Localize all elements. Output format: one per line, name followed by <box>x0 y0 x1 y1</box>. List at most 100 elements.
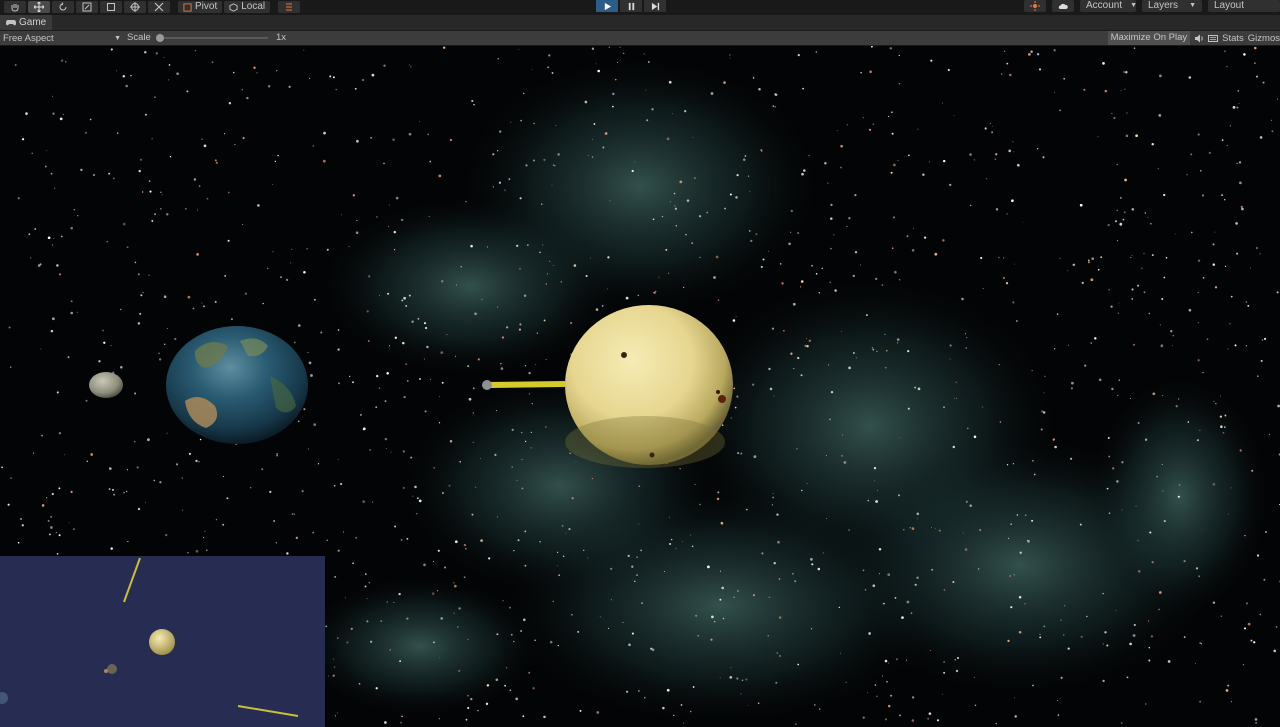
star <box>1152 392 1156 396</box>
star <box>779 263 782 265</box>
star <box>557 153 560 156</box>
maximize-on-play-toggle[interactable]: Maximize On Play <box>1107 31 1191 45</box>
star <box>804 344 807 348</box>
stats-toggle[interactable]: Stats <box>1222 33 1244 44</box>
game-viewport[interactable] <box>0 46 1280 727</box>
star <box>801 489 803 492</box>
star <box>1108 289 1110 291</box>
star <box>1224 50 1226 52</box>
star <box>276 455 278 457</box>
star <box>366 620 369 623</box>
star <box>1087 261 1090 264</box>
star <box>424 410 427 413</box>
star <box>222 523 225 526</box>
star <box>869 70 872 74</box>
local-toggle[interactable]: Local <box>224 1 271 13</box>
star <box>102 329 104 332</box>
star <box>1230 295 1233 298</box>
star <box>1006 62 1009 65</box>
rect-tool-button[interactable] <box>100 1 122 13</box>
star <box>1024 602 1026 605</box>
move-icon <box>34 2 44 12</box>
pivot-toggle[interactable]: Pivot <box>178 1 223 13</box>
star <box>1132 634 1136 637</box>
star <box>1162 395 1164 397</box>
pause-button[interactable] <box>620 0 642 12</box>
star <box>966 336 968 338</box>
speaker-icon[interactable] <box>1194 34 1204 43</box>
account-dropdown[interactable]: Account ▼ <box>1080 0 1137 12</box>
star <box>895 658 898 661</box>
star <box>1214 402 1217 405</box>
aspect-dropdown[interactable]: Free Aspect ▼ <box>3 31 121 45</box>
scale-value: 1x <box>276 32 287 43</box>
star <box>1118 302 1120 304</box>
star <box>385 448 387 450</box>
star <box>717 299 720 301</box>
star <box>1156 475 1158 478</box>
play-button[interactable] <box>596 0 618 12</box>
star <box>1009 73 1012 77</box>
star <box>406 537 409 540</box>
star <box>1013 574 1015 576</box>
star <box>675 224 678 227</box>
cloud-button[interactable] <box>1052 0 1074 12</box>
rotate-tool-button[interactable] <box>52 1 74 13</box>
star <box>717 491 720 494</box>
star <box>1238 103 1240 105</box>
star <box>199 438 202 441</box>
step-button[interactable] <box>644 0 666 12</box>
star <box>426 345 429 349</box>
custom-tool-button[interactable] <box>148 1 170 13</box>
star <box>955 381 957 383</box>
collab-button[interactable] <box>1024 0 1046 12</box>
star <box>893 163 896 167</box>
keyboard-icon[interactable] <box>1208 34 1219 43</box>
grid-snap-button[interactable] <box>278 1 301 13</box>
gizmos-toggle[interactable]: Gizmos <box>1248 33 1280 44</box>
transform-tool-button[interactable] <box>124 1 146 13</box>
star <box>852 274 856 278</box>
star <box>443 46 446 49</box>
star <box>368 581 371 584</box>
layers-dropdown[interactable]: Layers ▼ <box>1142 0 1202 12</box>
tab-game[interactable]: Game <box>0 15 53 30</box>
star <box>638 523 640 525</box>
star <box>890 171 893 174</box>
scale-slider-track[interactable] <box>158 37 268 39</box>
star <box>1261 339 1264 341</box>
star <box>1014 697 1016 699</box>
star <box>817 567 821 571</box>
move-tool-button[interactable] <box>28 1 50 13</box>
star <box>854 251 858 254</box>
star <box>838 606 840 609</box>
star <box>441 492 444 494</box>
star <box>532 686 535 690</box>
star <box>811 563 814 566</box>
star <box>886 681 888 683</box>
layout-dropdown[interactable]: Layout <box>1208 0 1280 12</box>
star <box>998 256 1000 259</box>
star <box>158 352 160 355</box>
star <box>1043 392 1045 394</box>
star <box>137 507 141 511</box>
star <box>1149 531 1152 534</box>
star <box>408 132 412 136</box>
hand-tool-button[interactable] <box>4 1 26 13</box>
star <box>188 452 191 455</box>
star <box>998 363 1001 366</box>
star <box>582 549 585 552</box>
star <box>244 292 248 295</box>
star <box>1053 49 1056 52</box>
scale-slider-handle[interactable] <box>156 34 164 42</box>
star <box>194 50 196 52</box>
snap-icon <box>286 3 293 11</box>
star <box>496 633 499 636</box>
scale-tool-button[interactable] <box>76 1 98 13</box>
star <box>1018 631 1022 634</box>
star <box>1070 387 1073 390</box>
star <box>783 329 785 332</box>
star <box>1027 539 1029 542</box>
star <box>1102 643 1104 645</box>
handle-toggles: Pivot Local <box>178 1 302 13</box>
